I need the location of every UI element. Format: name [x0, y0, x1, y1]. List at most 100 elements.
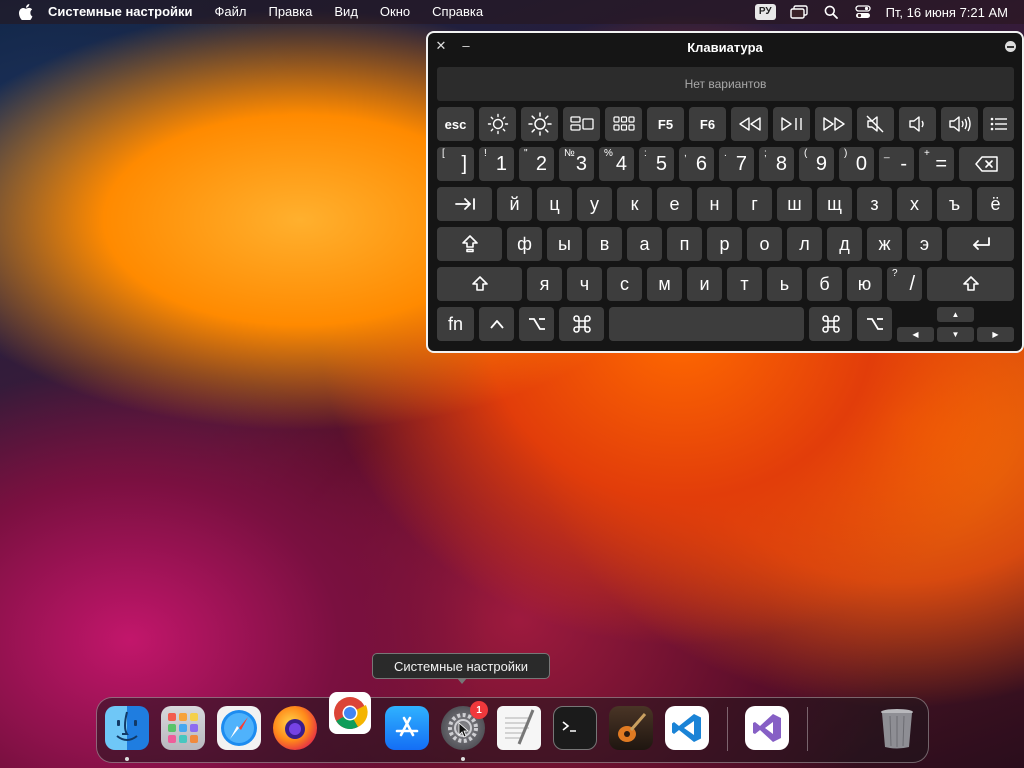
key-л[interactable]: л: [787, 227, 822, 261]
key-ж[interactable]: ж: [867, 227, 902, 261]
key-f5[interactable]: F5: [647, 107, 684, 141]
left-option-key[interactable]: [519, 307, 554, 341]
key-3[interactable]: № 3: [559, 147, 594, 181]
right-option-key[interactable]: [857, 307, 892, 341]
key-з[interactable]: з: [857, 187, 892, 221]
key-ш[interactable]: ш: [777, 187, 812, 221]
key-ц[interactable]: ц: [537, 187, 572, 221]
key-f6[interactable]: F6: [689, 107, 726, 141]
return-key[interactable]: [947, 227, 1014, 261]
key-в[interactable]: в: [587, 227, 622, 261]
key-minus[interactable]: _ -: [879, 147, 914, 181]
key-с[interactable]: с: [607, 267, 642, 301]
app-store-icon[interactable]: [385, 706, 429, 750]
key-1[interactable]: ! 1: [479, 147, 514, 181]
left-shift-key[interactable]: [437, 267, 522, 301]
arrow-down-key[interactable]: ▼: [937, 327, 974, 342]
apple-icon[interactable]: [18, 4, 34, 21]
key-9[interactable]: (9: [799, 147, 834, 181]
finder-icon[interactable]: [105, 706, 149, 750]
window-overview-icon[interactable]: [789, 4, 808, 20]
list-icon[interactable]: [983, 107, 1014, 141]
mission-control-icon[interactable]: [563, 107, 600, 141]
launchpad-icon[interactable]: [605, 107, 642, 141]
firefox-icon[interactable]: [273, 706, 317, 750]
options-menu-icon[interactable]: [1005, 41, 1016, 52]
key-ъ[interactable]: ъ: [937, 187, 972, 221]
key-slash[interactable]: ? /: [887, 267, 922, 301]
visual-studio-icon[interactable]: [745, 706, 789, 750]
key-о[interactable]: о: [747, 227, 782, 261]
tab-key[interactable]: [437, 187, 492, 221]
arrow-right-key[interactable]: ▶: [977, 327, 1014, 342]
textedit-icon[interactable]: [497, 706, 541, 750]
right-command-key[interactable]: [809, 307, 852, 341]
arrow-left-key[interactable]: ◀: [897, 327, 934, 342]
fast-forward-icon[interactable]: [815, 107, 852, 141]
key-э[interactable]: э: [907, 227, 942, 261]
space-bar[interactable]: [609, 307, 804, 341]
delete-key[interactable]: [959, 147, 1014, 181]
arrow-up-key[interactable]: ▲: [937, 307, 974, 322]
key-2[interactable]: " 2: [519, 147, 554, 181]
key-х[interactable]: х: [897, 187, 932, 221]
key-bracket[interactable]: []: [437, 147, 474, 181]
key-8[interactable]: ; 8: [759, 147, 794, 181]
key-esc[interactable]: esc: [437, 107, 474, 141]
key-е[interactable]: е: [657, 187, 692, 221]
key-д[interactable]: д: [827, 227, 862, 261]
key-й[interactable]: й: [497, 187, 532, 221]
key-0[interactable]: ) 0: [839, 147, 874, 181]
key-щ[interactable]: щ: [817, 187, 852, 221]
chrome-icon[interactable]: [329, 692, 371, 734]
key-п[interactable]: п: [667, 227, 702, 261]
search-icon[interactable]: [822, 4, 840, 20]
key-ч[interactable]: ч: [567, 267, 602, 301]
menu-bar-clock[interactable]: Пт, 16 июня 7:21 AM: [886, 5, 1008, 20]
key-б[interactable]: б: [807, 267, 842, 301]
app-menu-title[interactable]: Системные настройки: [48, 0, 204, 24]
key-6[interactable]: ,6: [679, 147, 714, 181]
key-г[interactable]: г: [737, 187, 772, 221]
control-key[interactable]: [479, 307, 514, 341]
volume-down-icon[interactable]: [899, 107, 936, 141]
key-ф[interactable]: ф: [507, 227, 542, 261]
key-ы[interactable]: ы: [547, 227, 582, 261]
safari-icon[interactable]: [217, 706, 261, 750]
play-pause-icon[interactable]: [773, 107, 810, 141]
caps-lock-key[interactable]: [437, 227, 502, 261]
key-к[interactable]: к: [617, 187, 652, 221]
key-4[interactable]: % 4: [599, 147, 634, 181]
control-center-icon[interactable]: [854, 4, 872, 20]
key-equals[interactable]: + =: [919, 147, 954, 181]
fn-key[interactable]: fn: [437, 307, 474, 341]
key-ь[interactable]: ь: [767, 267, 802, 301]
menu-edit[interactable]: Правка: [257, 0, 323, 24]
key-а[interactable]: а: [627, 227, 662, 261]
key-м[interactable]: м: [647, 267, 682, 301]
menu-view[interactable]: Вид: [323, 0, 369, 24]
menu-help[interactable]: Справка: [421, 0, 494, 24]
vscode-icon[interactable]: [665, 706, 709, 750]
terminal-icon[interactable]: [553, 706, 597, 750]
brightness-up-icon[interactable]: [521, 107, 558, 141]
key-у[interactable]: у: [577, 187, 612, 221]
key-н[interactable]: н: [697, 187, 732, 221]
key-я[interactable]: я: [527, 267, 562, 301]
key-7[interactable]: .7: [719, 147, 754, 181]
trash-icon[interactable]: [875, 706, 919, 750]
key-и[interactable]: и: [687, 267, 722, 301]
key-р[interactable]: р: [707, 227, 742, 261]
key-т[interactable]: т: [727, 267, 762, 301]
mute-icon[interactable]: [857, 107, 894, 141]
key-ё[interactable]: ё: [977, 187, 1014, 221]
launchpad-app-icon[interactable]: [161, 706, 205, 750]
rewind-icon[interactable]: [731, 107, 768, 141]
garageband-icon[interactable]: [609, 706, 653, 750]
input-language-badge[interactable]: РУ: [754, 4, 776, 20]
menu-file[interactable]: Файл: [204, 0, 258, 24]
volume-up-icon[interactable]: [941, 107, 978, 141]
key-ю[interactable]: ю: [847, 267, 882, 301]
left-command-key[interactable]: [559, 307, 604, 341]
brightness-down-icon[interactable]: [479, 107, 516, 141]
